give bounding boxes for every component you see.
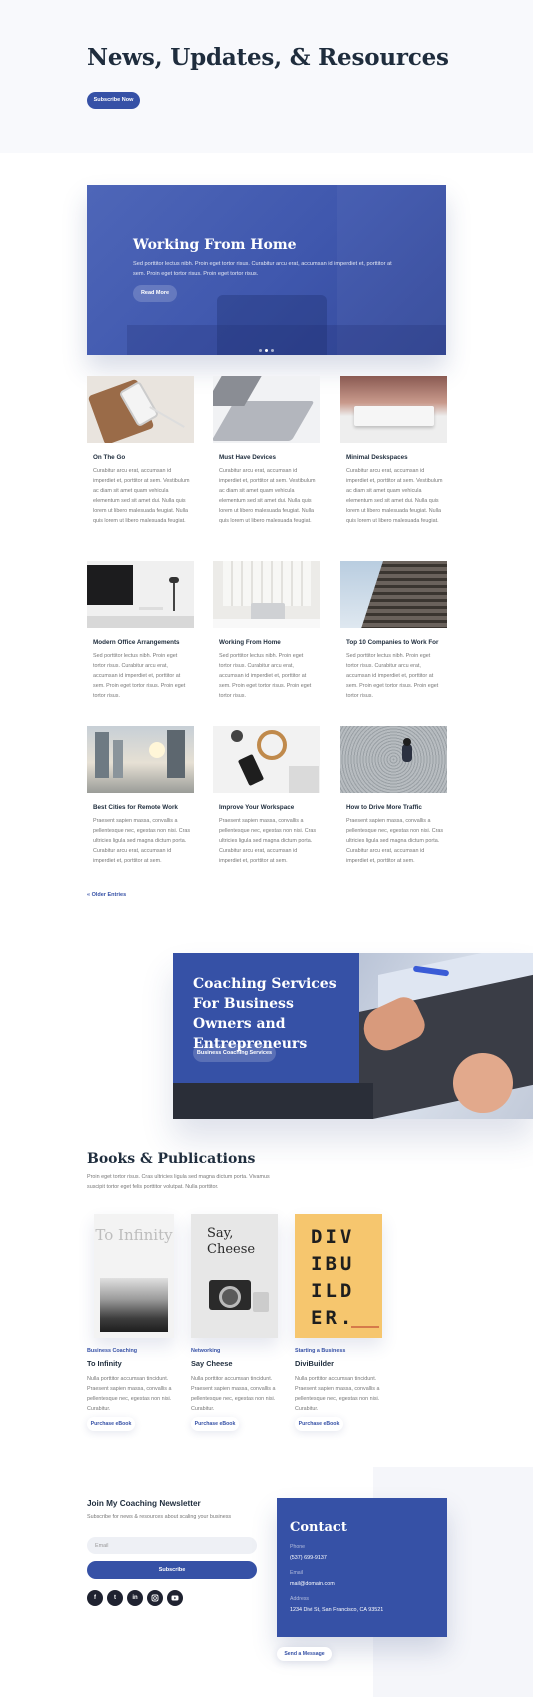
- post-card[interactable]: Working From Home Sed porttitor lectus n…: [213, 561, 320, 699]
- hero-slider: Working From Home Sed porttitor lectus n…: [87, 185, 446, 355]
- post-title[interactable]: Must Have Devices: [219, 454, 276, 461]
- book-cover-text: DIV IBU ILD ER.: [311, 1226, 355, 1329]
- post-excerpt: Curabitur arcu erat, accumsan id imperdi…: [219, 468, 316, 524]
- newsletter-title: Join My Coaching Newsletter: [87, 1499, 201, 1508]
- youtube-icon[interactable]: [167, 1590, 183, 1606]
- newsletter-description: Subscribe for news & resources about sca…: [87, 1514, 232, 1520]
- read-more-button[interactable]: Read More: [133, 285, 177, 302]
- book-category[interactable]: Business Coaching: [87, 1348, 137, 1354]
- post-image[interactable]: [340, 376, 447, 443]
- book-title[interactable]: To Infinity: [87, 1359, 122, 1368]
- slider-dots: [259, 339, 277, 355]
- post-excerpt: Praesent sapien massa, convallis a pelle…: [346, 818, 444, 864]
- address-value: 1234 Divi St, San Francisco, CA 93521: [290, 1607, 384, 1613]
- post-image[interactable]: [213, 561, 320, 628]
- post-card[interactable]: Minimal Deskspaces Curabitur arcu erat, …: [340, 376, 447, 524]
- coaching-box: Coaching Services For Business Owners an…: [173, 953, 359, 1083]
- book-cover-text: Say, Cheese: [207, 1226, 256, 1257]
- coaching-section: Coaching Services For Business Owners an…: [173, 953, 533, 1119]
- post-title[interactable]: Working From Home: [219, 639, 281, 646]
- coaching-title: Coaching Services For Business Owners an…: [193, 976, 337, 1052]
- post-image[interactable]: [87, 726, 194, 793]
- book-excerpt: Nulla porttitor accumsan tincidunt. Prae…: [87, 1376, 172, 1412]
- post-card[interactable]: Best Cities for Remote Work Praesent sap…: [87, 726, 194, 864]
- linkedin-icon[interactable]: in: [127, 1590, 143, 1606]
- address-label: Address: [290, 1596, 310, 1602]
- book-cover[interactable]: DIV IBU ILD ER.: [295, 1214, 382, 1338]
- post-excerpt: Curabitur arcu erat, accumsan id imperdi…: [93, 468, 190, 524]
- subscribe-now-button[interactable]: Subscribe Now: [87, 92, 140, 109]
- business-coaching-button[interactable]: Business Coaching Services: [193, 1044, 276, 1062]
- post-title[interactable]: Improve Your Workspace: [219, 804, 294, 811]
- book-title[interactable]: Say Cheese: [191, 1359, 233, 1368]
- post-excerpt: Praesent sapien massa, convallis a pelle…: [219, 818, 317, 864]
- post-image[interactable]: [340, 726, 447, 793]
- contact-title: Contact: [290, 1520, 347, 1535]
- book-category[interactable]: Starting a Business: [295, 1348, 345, 1354]
- phone-value[interactable]: (537) 699-9137: [290, 1555, 327, 1561]
- twitter-icon[interactable]: t: [107, 1590, 123, 1606]
- post-excerpt: Curabitur arcu erat, accumsan id imperdi…: [346, 468, 443, 524]
- post-image[interactable]: [87, 561, 194, 628]
- post-title[interactable]: On The Go: [93, 454, 125, 461]
- book-title[interactable]: DiviBuilder: [295, 1359, 334, 1368]
- book-category[interactable]: Networking: [191, 1348, 220, 1354]
- hero-title: Working From Home: [133, 237, 297, 253]
- post-title[interactable]: How to Drive More Traffic: [346, 804, 422, 811]
- books-title: Books & Publications: [87, 1151, 256, 1167]
- page-title: News, Updates, & Resources: [87, 44, 449, 71]
- book-cover[interactable]: To Infinity: [94, 1214, 174, 1338]
- instagram-icon[interactable]: [147, 1590, 163, 1606]
- post-card[interactable]: Modern Office Arrangements Sed porttitor…: [87, 561, 194, 699]
- subscribe-button[interactable]: Subscribe: [87, 1561, 257, 1579]
- email-value[interactable]: mail@domain.com: [290, 1581, 335, 1587]
- post-excerpt: Sed porttitor lectus nibh. Proin eget to…: [219, 653, 312, 699]
- book-card[interactable]: Say, Cheese Networking Say Cheese Nulla …: [191, 1214, 281, 1431]
- book-card[interactable]: DIV IBU ILD ER. Starting a Business Divi…: [295, 1214, 385, 1431]
- book-excerpt: Nulla porttitor accumsan tincidunt. Prae…: [191, 1376, 276, 1412]
- purchase-ebook-button[interactable]: Purchase eBook: [295, 1417, 343, 1431]
- post-card[interactable]: Top 10 Companies to Work For Sed porttit…: [340, 561, 447, 699]
- post-title[interactable]: Minimal Deskspaces: [346, 454, 408, 461]
- post-image[interactable]: [87, 376, 194, 443]
- post-card[interactable]: On The Go Curabitur arcu erat, accumsan …: [87, 376, 194, 524]
- facebook-icon[interactable]: f: [87, 1590, 103, 1606]
- post-title[interactable]: Modern Office Arrangements: [93, 639, 180, 646]
- post-image[interactable]: [213, 376, 320, 443]
- book-cover-text: To Infinity: [95, 1226, 173, 1244]
- book-cover[interactable]: Say, Cheese: [191, 1214, 278, 1338]
- books-description: Proin eget tortor risus. Cras ultricies …: [87, 1174, 270, 1190]
- hero-text: Sed porttitor lectus nibh. Proin eget to…: [133, 261, 392, 277]
- post-card[interactable]: Improve Your Workspace Praesent sapien m…: [213, 726, 320, 864]
- post-card[interactable]: Must Have Devices Curabitur arcu erat, a…: [213, 376, 320, 524]
- post-card[interactable]: How to Drive More Traffic Praesent sapie…: [340, 726, 447, 864]
- post-image[interactable]: [213, 726, 320, 793]
- post-title[interactable]: Best Cities for Remote Work: [93, 804, 178, 811]
- older-entries-link[interactable]: « Older Entries: [87, 892, 126, 898]
- post-title[interactable]: Top 10 Companies to Work For: [346, 639, 438, 646]
- post-image[interactable]: [340, 561, 447, 628]
- email-label: Email: [290, 1570, 303, 1576]
- purchase-ebook-button[interactable]: Purchase eBook: [87, 1417, 135, 1431]
- send-message-button[interactable]: Send a Message: [277, 1647, 332, 1661]
- slider-dot[interactable]: [271, 349, 274, 352]
- book-card[interactable]: To Infinity Business Coaching To Infinit…: [87, 1214, 177, 1431]
- slider-dot[interactable]: [259, 349, 262, 352]
- slider-dot-active[interactable]: [265, 349, 268, 352]
- post-excerpt: Praesent sapien massa, convallis a pelle…: [93, 818, 191, 864]
- contact-card: Contact Phone (537) 699-9137 Email mail@…: [277, 1498, 447, 1637]
- page-header: News, Updates, & Resources Subscribe Now: [0, 0, 533, 153]
- post-excerpt: Sed porttitor lectus nibh. Proin eget to…: [93, 653, 186, 699]
- purchase-ebook-button[interactable]: Purchase eBook: [191, 1417, 239, 1431]
- book-excerpt: Nulla porttitor accumsan tincidunt. Prae…: [295, 1376, 380, 1412]
- email-field[interactable]: [87, 1537, 257, 1554]
- post-excerpt: Sed porttitor lectus nibh. Proin eget to…: [346, 653, 439, 699]
- phone-label: Phone: [290, 1544, 306, 1550]
